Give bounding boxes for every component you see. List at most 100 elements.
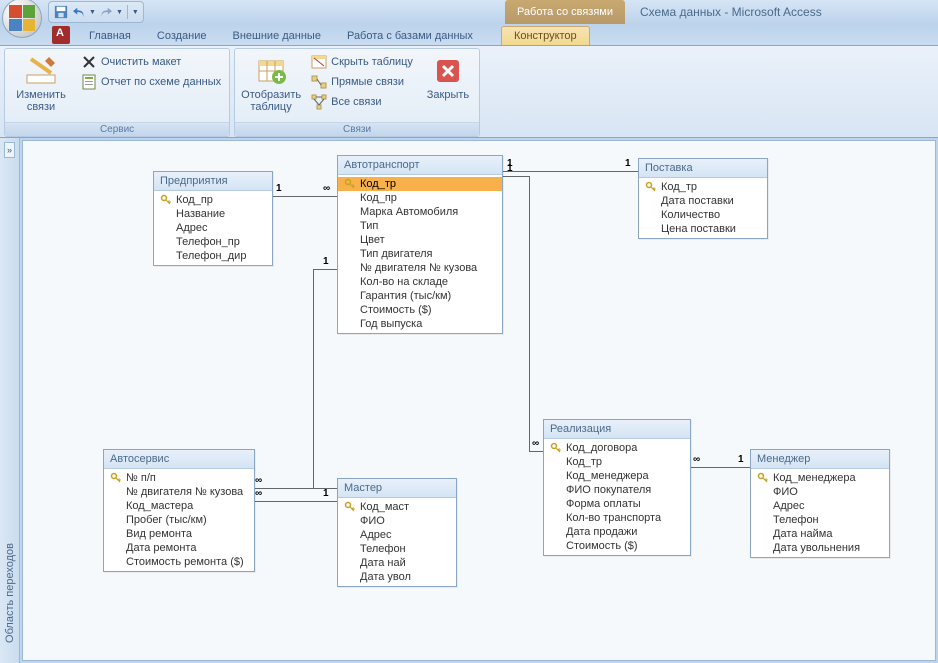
table-manager[interactable]: Менеджер Код_менеджераФИОАдресТелефонДат… (750, 449, 890, 558)
table-field[interactable]: Форма оплаты (544, 497, 690, 511)
table-realization[interactable]: Реализация Код_договораКод_трКод_менедже… (543, 419, 691, 556)
undo-dropdown-icon[interactable]: ▼ (89, 9, 96, 16)
table-autotransport[interactable]: Автотранспорт Код_трКод_прМарка Автомоби… (337, 155, 503, 334)
table-field[interactable]: Код_тр (544, 455, 690, 469)
table-field[interactable]: Телефон_пр (154, 235, 272, 249)
undo-icon[interactable] (71, 4, 87, 20)
field-label: Стоимость ремонта ($) (126, 556, 244, 568)
table-field[interactable]: № п/п (104, 471, 254, 485)
table-field[interactable]: Кол-во на складе (338, 275, 502, 289)
field-label: Телефон (360, 543, 406, 555)
table-field[interactable]: Дата увольнения (751, 541, 889, 555)
table-field[interactable]: Цена поставки (639, 222, 767, 236)
redo-icon[interactable] (98, 4, 114, 20)
table-field[interactable]: Стоимость ($) (338, 303, 502, 317)
table-title[interactable]: Автосервис (104, 450, 254, 469)
table-field[interactable]: Кол-во транспорта (544, 511, 690, 525)
relation-cardinality-many: ∞ (532, 438, 539, 449)
table-field[interactable]: Гарантия (тыс/км) (338, 289, 502, 303)
field-label: Адрес (360, 529, 392, 541)
schema-report-button[interactable]: Отчет по схеме данных (79, 73, 223, 91)
tab-database-tools[interactable]: Работа с базами данных (334, 26, 486, 45)
field-label: Тип (360, 220, 378, 232)
table-field[interactable]: Цвет (338, 233, 502, 247)
table-field[interactable]: Код_мастера (104, 499, 254, 513)
table-field[interactable]: Код_договора (544, 441, 690, 455)
table-field[interactable]: Дата продажи (544, 525, 690, 539)
table-field[interactable]: Дата увол (338, 570, 456, 584)
table-field[interactable]: Год выпуска (338, 317, 502, 331)
table-field[interactable]: Телефон (751, 513, 889, 527)
access-app-icon (52, 26, 70, 44)
table-title[interactable]: Мастер (338, 479, 456, 498)
table-enterprise[interactable]: Предприятия Код_прНазваниеАдресТелефон_п… (153, 171, 273, 266)
primary-key-icon (757, 472, 769, 484)
expand-pane-icon[interactable]: » (4, 142, 15, 158)
table-field[interactable]: Код_пр (338, 191, 502, 205)
table-supply[interactable]: Поставка Код_трДата поставкиКоличествоЦе… (638, 158, 768, 239)
hide-table-button[interactable]: Скрыть таблицу (309, 53, 415, 71)
edit-relations-icon (25, 55, 57, 87)
contextual-tab-group: Работа со связями (505, 0, 625, 24)
clear-layout-button[interactable]: Очистить макет (79, 53, 223, 71)
field-label: Кол-во на складе (360, 276, 448, 288)
show-table-button[interactable]: Отобразить таблицу (241, 53, 301, 115)
table-autoservice[interactable]: Автосервис № п/п№ двигателя № кузоваКод_… (103, 449, 255, 572)
table-field[interactable]: Код_пр (154, 193, 272, 207)
relationships-canvas[interactable]: 1 ∞ 1 1 1 ∞ 1 ∞ 1 ∞ ∞ 1 Предприятия Код_… (22, 140, 936, 661)
field-label: Код_мастера (126, 500, 193, 512)
table-field[interactable]: Количество (639, 208, 767, 222)
table-title[interactable]: Менеджер (751, 450, 889, 469)
table-field[interactable]: Код_маст (338, 500, 456, 514)
navigation-pane-collapsed[interactable]: » Область переходов (0, 138, 20, 663)
edit-relations-button[interactable]: Изменить связи (11, 53, 71, 115)
tab-designer[interactable]: Конструктор (501, 26, 590, 45)
qat-customize-icon[interactable]: ▼ (132, 9, 139, 16)
table-field[interactable]: Дата най (338, 556, 456, 570)
table-field[interactable]: Код_менеджера (751, 471, 889, 485)
table-title[interactable]: Автотранспорт (338, 156, 502, 175)
table-field[interactable]: Марка Автомобиля (338, 205, 502, 219)
all-relations-button[interactable]: Все связи (309, 93, 415, 111)
table-field[interactable]: ФИО покупателя (544, 483, 690, 497)
table-field[interactable]: Адрес (751, 499, 889, 513)
titlebar: ▼ ▼ ▼ Работа со связями Схема данных - M… (0, 0, 938, 24)
ribbon-group-relations-label: Связи (235, 122, 479, 136)
table-field[interactable]: Телефон_дир (154, 249, 272, 263)
table-field[interactable]: Тип двигателя (338, 247, 502, 261)
save-icon[interactable] (53, 4, 69, 20)
table-field[interactable]: Адрес (338, 528, 456, 542)
direct-relations-button[interactable]: Прямые связи (309, 73, 415, 91)
table-title[interactable]: Поставка (639, 159, 767, 178)
table-field[interactable]: Код_тр (639, 180, 767, 194)
table-field[interactable]: Название (154, 207, 272, 221)
table-field[interactable]: Пробег (тыс/км) (104, 513, 254, 527)
table-field[interactable]: Телефон (338, 542, 456, 556)
redo-dropdown-icon[interactable]: ▼ (116, 9, 123, 16)
table-field[interactable]: Дата ремонта (104, 541, 254, 555)
table-field[interactable]: № двигателя № кузова (338, 261, 502, 275)
tab-home[interactable]: Главная (76, 26, 144, 45)
field-label: Код_тр (661, 181, 697, 193)
table-field[interactable]: Стоимость ($) (544, 539, 690, 553)
table-master[interactable]: Мастер Код_мастФИОАдрес ТелефонДата найДа… (337, 478, 457, 587)
table-field[interactable]: Адрес (154, 221, 272, 235)
schema-report-icon (81, 74, 97, 90)
table-field[interactable]: Вид ремонта (104, 527, 254, 541)
table-title[interactable]: Реализация (544, 420, 690, 439)
table-field[interactable]: Стоимость ремонта ($) (104, 555, 254, 569)
table-field[interactable]: ФИО (338, 514, 456, 528)
table-title[interactable]: Предприятия (154, 172, 272, 191)
table-field[interactable]: Код_тр (338, 177, 502, 191)
navigation-pane-label: Область переходов (4, 543, 16, 643)
table-field[interactable]: Дата найма (751, 527, 889, 541)
table-field[interactable]: Код_менеджера (544, 469, 690, 483)
app-title: Схема данных - Microsoft Access (640, 0, 822, 24)
table-field[interactable]: № двигателя № кузова (104, 485, 254, 499)
table-field[interactable]: Дата поставки (639, 194, 767, 208)
tab-create[interactable]: Создание (144, 26, 220, 45)
table-field[interactable]: Тип (338, 219, 502, 233)
tab-external-data[interactable]: Внешние данные (220, 26, 334, 45)
close-button[interactable]: Закрыть (423, 53, 473, 103)
table-field[interactable]: ФИО (751, 485, 889, 499)
